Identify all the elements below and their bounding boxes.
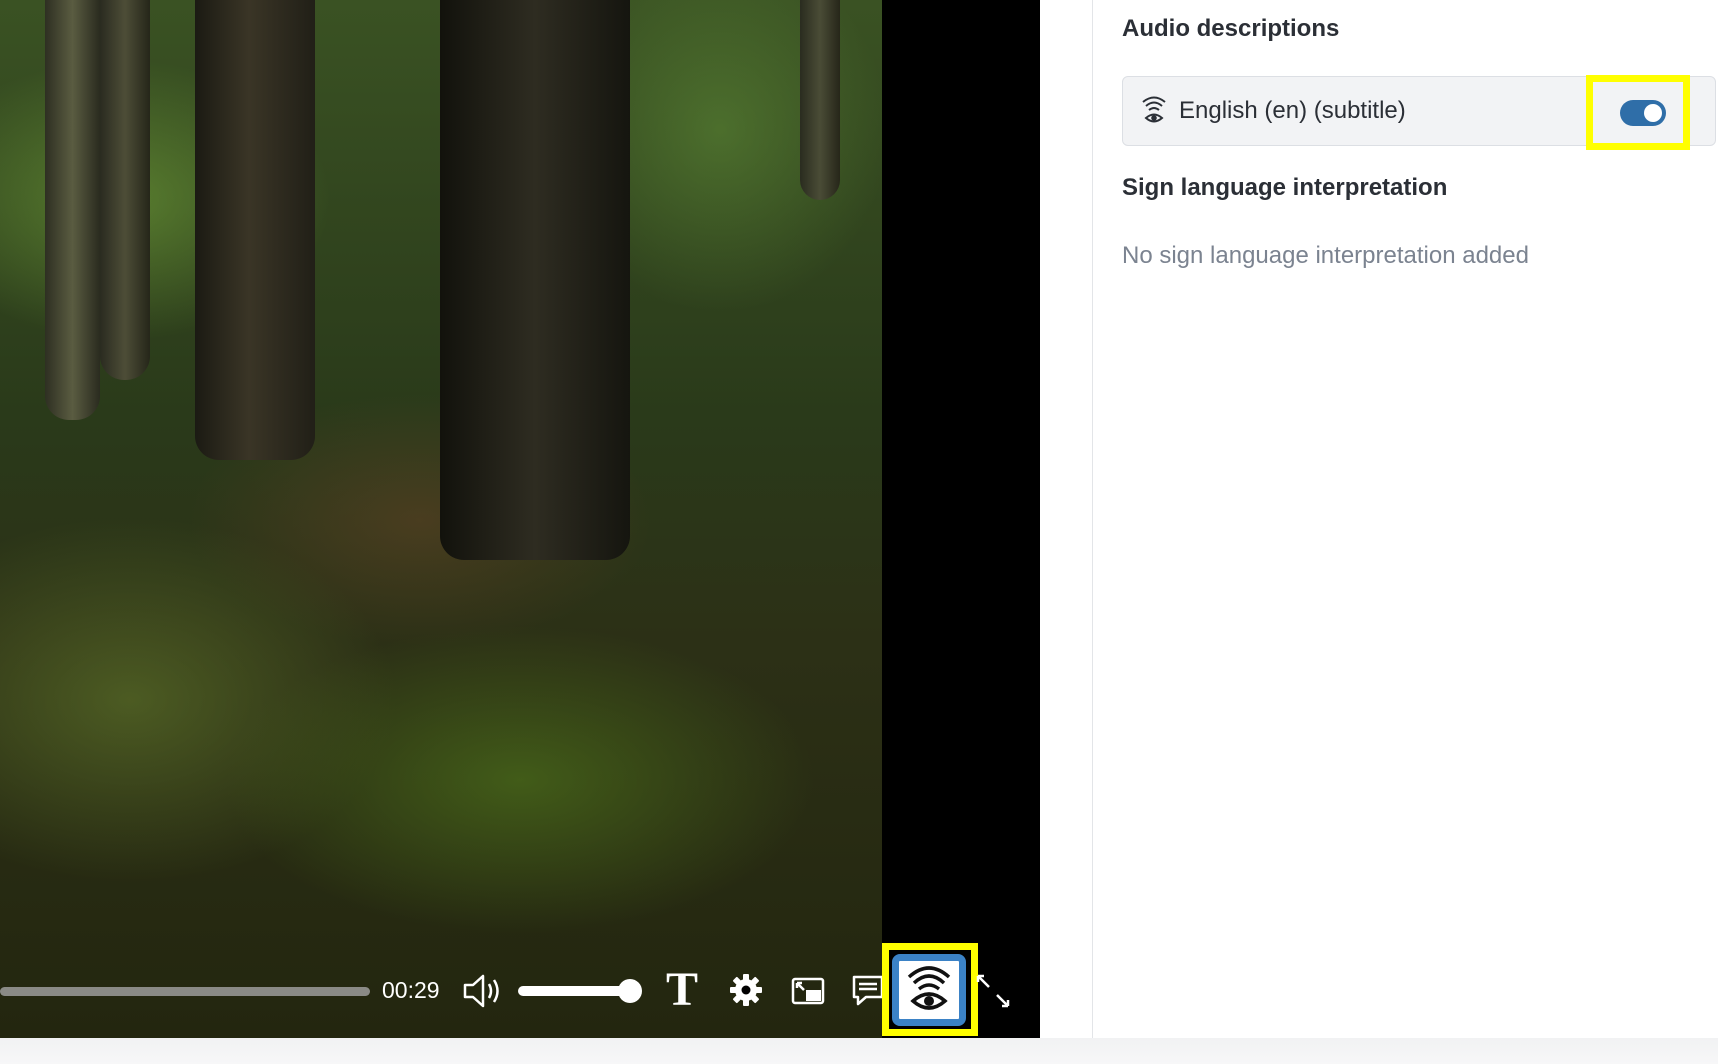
- bottom-edge: [0, 1038, 1718, 1064]
- video-frame[interactable]: [0, 0, 882, 1038]
- letterbox-bar: [882, 0, 1040, 1038]
- volume-icon[interactable]: [462, 973, 502, 1009]
- text-style-icon[interactable]: T: [666, 966, 698, 1014]
- tree-trunk: [440, 0, 630, 560]
- video-player[interactable]: [0, 0, 1040, 1038]
- sign-language-empty-message: No sign language interpretation added: [1122, 242, 1529, 269]
- audio-description-icon: [1142, 96, 1166, 123]
- audio-description-button[interactable]: [892, 954, 966, 1026]
- tree-trunk: [195, 0, 315, 460]
- audio-descriptions-heading: Audio descriptions: [1122, 15, 1340, 42]
- current-time: 00:29: [382, 977, 440, 1003]
- audio-description-toggle-highlight: [1586, 75, 1690, 150]
- volume-slider-thumb[interactable]: [618, 979, 642, 1003]
- picture-in-picture-icon[interactable]: [790, 974, 826, 1008]
- audio-description-track-label: English (en) (subtitle): [1179, 97, 1406, 124]
- captions-icon[interactable]: [851, 973, 885, 1007]
- volume-slider[interactable]: [518, 986, 630, 996]
- tree-trunk: [45, 0, 100, 420]
- tree-trunk: [100, 0, 150, 380]
- gear-icon[interactable]: [728, 972, 764, 1008]
- toggle-knob: [1644, 104, 1662, 122]
- sign-language-heading: Sign language interpretation: [1122, 174, 1448, 201]
- audio-description-toggle[interactable]: [1620, 100, 1666, 126]
- fullscreen-icon[interactable]: [975, 973, 1011, 1009]
- seek-bar[interactable]: [0, 987, 370, 996]
- panel-divider: [1092, 0, 1093, 1064]
- tree-trunk: [800, 0, 840, 200]
- audio-description-icon: [907, 966, 951, 1010]
